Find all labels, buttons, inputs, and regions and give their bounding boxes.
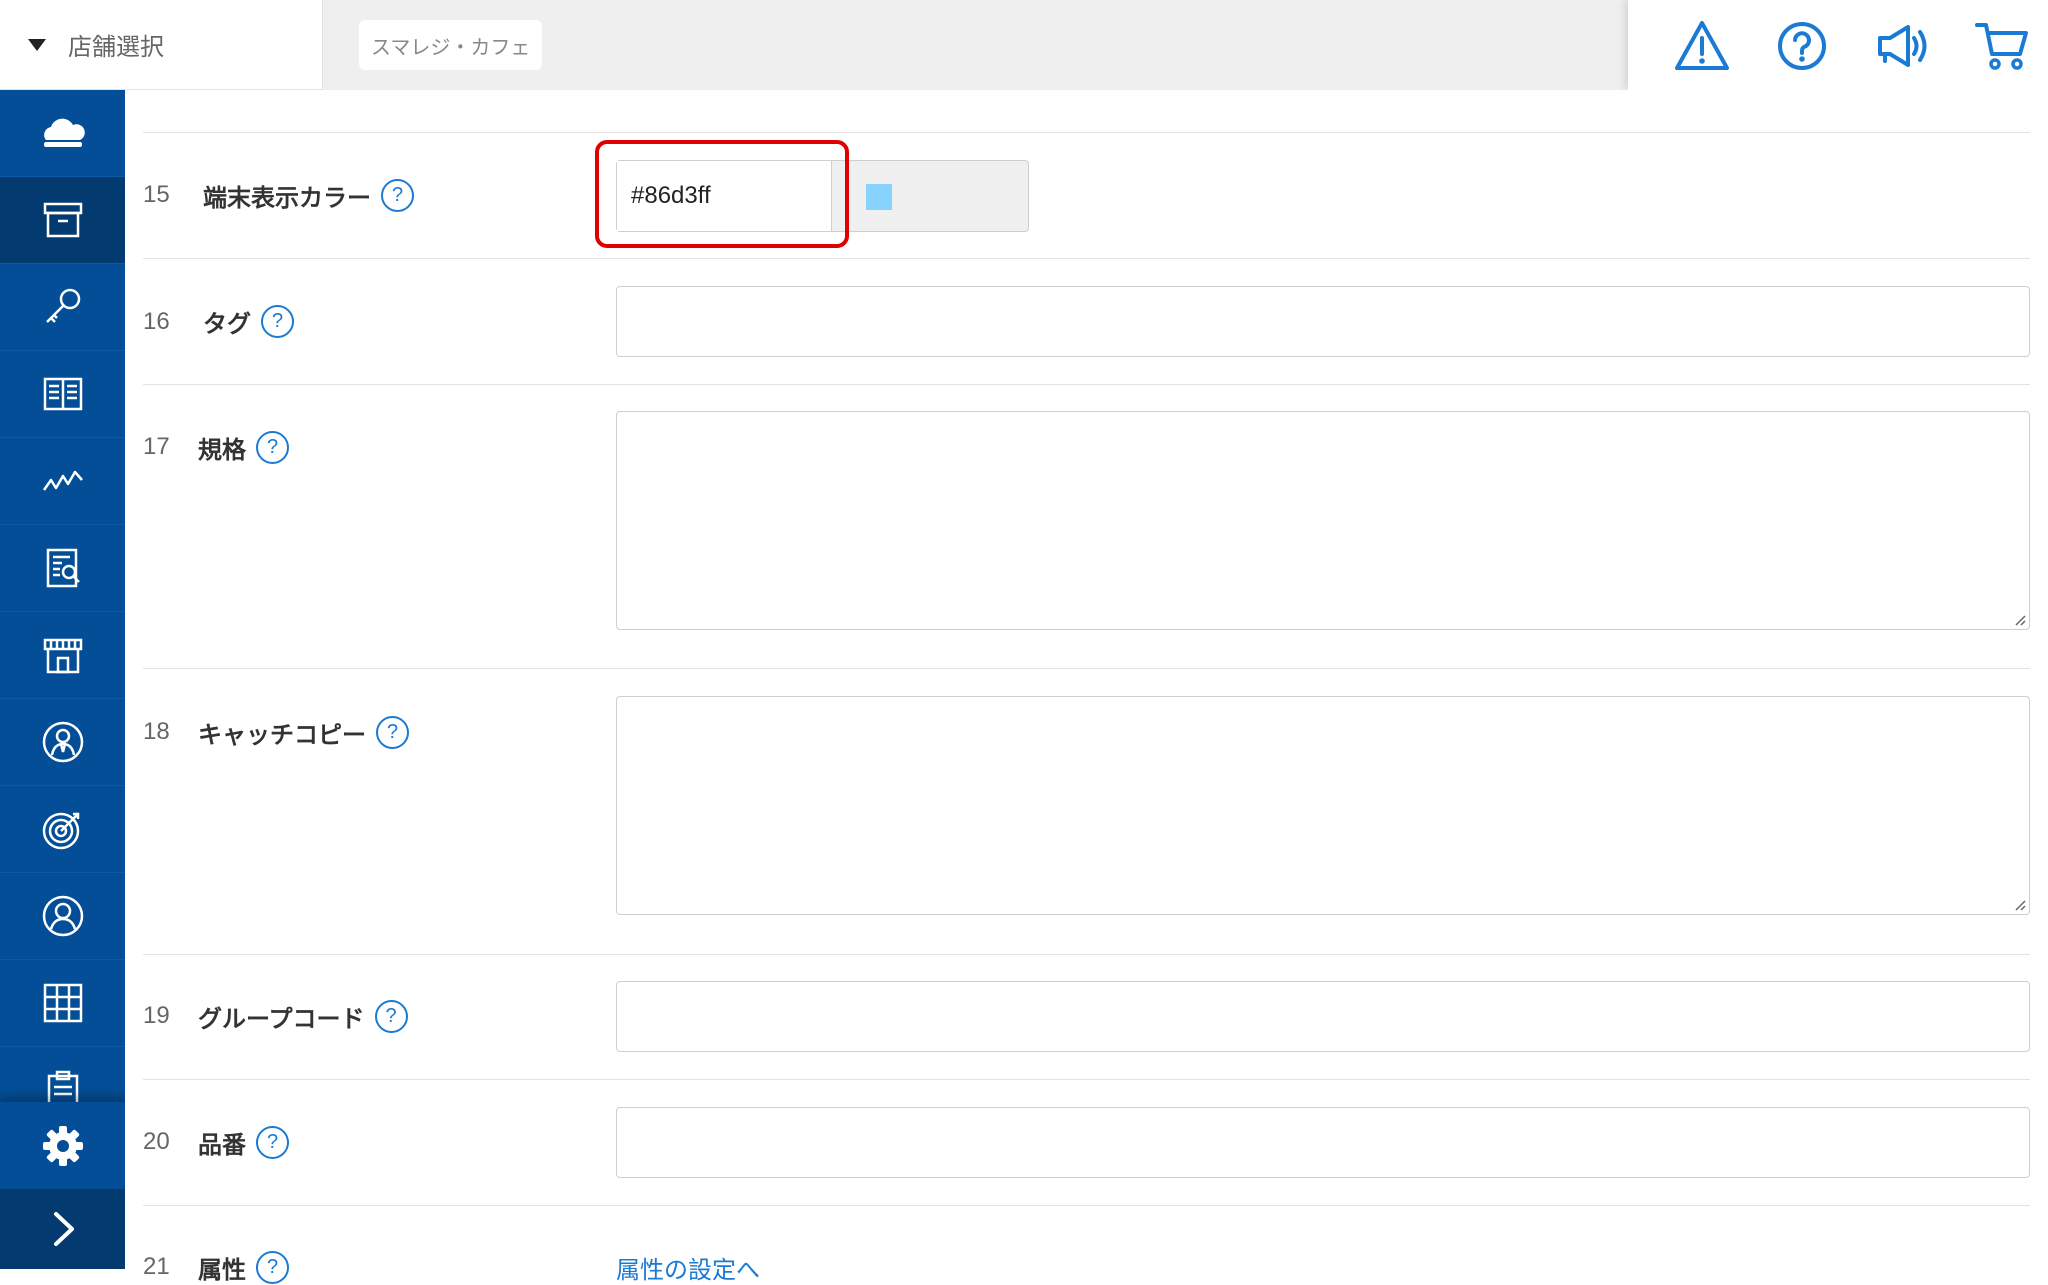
sidebar-item-home[interactable]	[0, 90, 125, 177]
sidebar-item-apps[interactable]	[0, 960, 125, 1047]
attribute-label: 属性 ?	[198, 1250, 289, 1285]
sidebar-item-products[interactable]	[0, 177, 125, 264]
book-icon	[43, 377, 82, 411]
label-text: 規格	[198, 436, 246, 464]
cloud-icon	[43, 118, 85, 147]
warning-icon[interactable]	[1674, 18, 1730, 74]
catchcopy-label: キャッチコピー ?	[198, 715, 409, 750]
sidebar-expand-button[interactable]	[0, 1189, 125, 1269]
spec-textarea[interactable]	[616, 411, 2030, 630]
target-icon	[42, 812, 79, 850]
terminal-color-input[interactable]: #86d3ff	[617, 161, 832, 231]
cart-icon[interactable]	[1974, 18, 2030, 74]
terminal-color-label: 端末表示カラー ?	[203, 178, 414, 213]
customer-icon	[42, 895, 83, 937]
row-number: 16	[143, 308, 170, 335]
divider	[143, 954, 2030, 955]
divider	[143, 258, 2030, 259]
divider	[143, 1205, 2030, 1206]
sidebar-item-targets[interactable]	[0, 786, 125, 873]
store-select-dropdown[interactable]: 店舗選択	[0, 0, 323, 90]
help-icon[interactable]: ?	[381, 179, 414, 212]
color-swatch-button[interactable]	[866, 184, 892, 210]
help-icon[interactable]: ?	[376, 716, 409, 749]
resize-handle-icon[interactable]	[2012, 897, 2026, 911]
sidebar-item-stores[interactable]	[0, 612, 125, 699]
archive-box-icon	[43, 202, 82, 238]
report-icon	[46, 548, 80, 588]
row-number: 20	[143, 1128, 170, 1155]
sidebar-item-customers[interactable]	[0, 873, 125, 960]
row-number: 21	[143, 1253, 170, 1280]
attribute-settings-link[interactable]: 属性の設定へ	[616, 1250, 760, 1285]
help-icon[interactable]: ?	[374, 1000, 408, 1033]
grid-icon	[43, 983, 82, 1023]
tag-label: タグ ?	[203, 304, 294, 339]
analytics-icon	[42, 470, 83, 491]
group-code-label: グループコード ?	[198, 999, 408, 1034]
caret-down-icon	[28, 38, 46, 51]
help-icon[interactable]	[1774, 18, 1830, 74]
label-text: 端末表示カラー	[203, 184, 371, 212]
sidebar-settings-button[interactable]	[0, 1102, 125, 1189]
help-icon[interactable]: ?	[256, 1251, 289, 1284]
sidebar-item-catalog[interactable]	[0, 351, 125, 438]
chevron-right-icon	[53, 1212, 74, 1246]
sidebar-item-reports[interactable]	[0, 525, 125, 612]
label-text: キャッチコピー	[198, 721, 366, 749]
row-number: 17	[143, 433, 170, 460]
label-text: タグ	[203, 310, 251, 338]
staff-icon	[42, 721, 83, 763]
top-icon-bar	[1628, 0, 2048, 90]
product-form: 15 端末表示カラー ? #86d3ff 16 タグ ? 17 規格 ? 18 …	[125, 90, 2048, 1284]
catchcopy-textarea[interactable]	[616, 696, 2030, 915]
row-number: 19	[143, 1002, 170, 1029]
spec-label: 規格 ?	[198, 430, 289, 465]
row-number: 18	[143, 718, 170, 745]
help-icon[interactable]: ?	[261, 305, 294, 338]
sidebar-item-analytics[interactable]	[0, 438, 125, 525]
color-picker-group: #86d3ff	[616, 160, 1029, 232]
row-number: 15	[143, 181, 170, 208]
label-text: 属性	[198, 1256, 246, 1284]
announcement-icon[interactable]	[1874, 18, 1930, 74]
label-text: グループコード	[198, 1005, 365, 1033]
sidebar-item-staff[interactable]	[0, 699, 125, 786]
top-bar: 店舗選択 スマレジ・カフェ	[0, 0, 2048, 90]
item-number-label: 品番 ?	[198, 1125, 289, 1160]
resize-handle-icon[interactable]	[2012, 612, 2026, 626]
divider	[143, 132, 2030, 133]
current-store-chip[interactable]: スマレジ・カフェ	[359, 20, 543, 70]
item-number-input[interactable]	[616, 1107, 2030, 1178]
tag-input[interactable]	[616, 286, 2030, 357]
gear-icon	[42, 1125, 83, 1166]
store-select-label: 店舗選択	[68, 33, 164, 61]
help-icon[interactable]: ?	[256, 1126, 289, 1159]
divider	[143, 668, 2030, 669]
sidebar	[0, 90, 125, 1269]
divider	[143, 384, 2030, 385]
help-icon[interactable]: ?	[256, 431, 289, 464]
key-icon	[45, 288, 80, 323]
group-code-input[interactable]	[616, 981, 2030, 1052]
divider	[143, 1079, 2030, 1080]
label-text: 品番	[198, 1131, 246, 1159]
sidebar-item-access[interactable]	[0, 264, 125, 351]
store-icon	[43, 638, 82, 674]
